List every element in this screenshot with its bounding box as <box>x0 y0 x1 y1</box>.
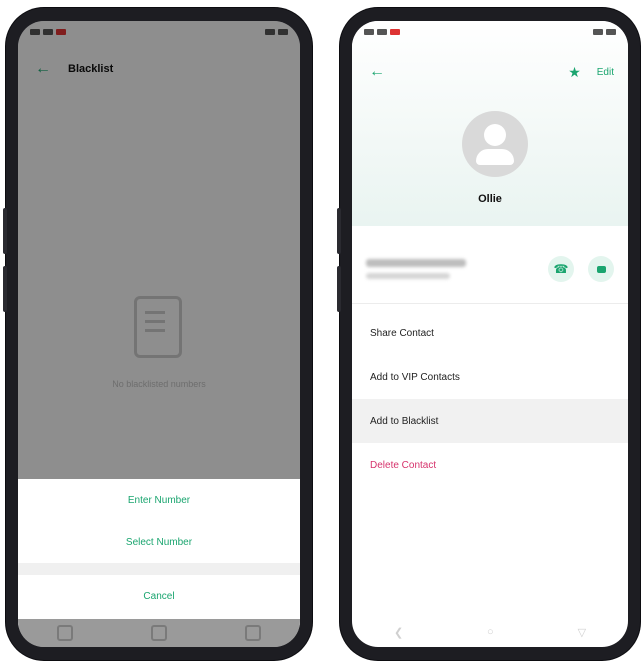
divider <box>352 303 628 304</box>
volume-button <box>337 208 341 254</box>
back-arrow-icon[interactable]: ← <box>366 61 388 83</box>
delete-contact-item[interactable]: Delete Contact <box>352 443 628 487</box>
navigation-bar: ❮ ○ ▽ <box>352 617 628 647</box>
phone-number-row[interactable]: ☎ <box>366 244 614 294</box>
cancel-button[interactable]: Cancel <box>18 575 300 617</box>
volume-button <box>337 266 341 312</box>
contact-menu: Share Contact Add to VIP Contacts Add to… <box>352 311 628 487</box>
home-nav-icon[interactable] <box>151 625 167 641</box>
back-nav-icon[interactable] <box>57 625 73 641</box>
phone-number-redacted <box>366 259 466 267</box>
divider <box>18 563 300 575</box>
enter-number-option[interactable]: Enter Number <box>18 479 300 521</box>
call-icon[interactable]: ☎ <box>548 256 574 282</box>
message-icon[interactable] <box>588 256 614 282</box>
top-actions: ← ★ Edit <box>366 61 614 83</box>
action-sheet: Enter Number Select Number Cancel <box>18 479 300 627</box>
navigation-bar <box>18 619 300 647</box>
status-bar <box>352 21 628 43</box>
edit-button[interactable]: Edit <box>597 67 614 78</box>
volume-button <box>3 208 7 254</box>
home-nav-icon[interactable]: ○ <box>487 626 494 638</box>
contact-detail-screen: ← ★ Edit Ollie ☎ Share Contact Add to VI… <box>352 21 628 647</box>
avatar-icon <box>462 111 528 177</box>
back-nav-icon[interactable]: ❮ <box>394 626 403 639</box>
left-phone: ← Blacklist No blacklisted numbers Enter… <box>3 8 312 660</box>
select-number-option[interactable]: Select Number <box>18 521 300 563</box>
phone-location-redacted <box>366 273 450 279</box>
star-icon[interactable]: ★ <box>568 64 581 81</box>
volume-button <box>3 266 7 312</box>
recents-nav-icon[interactable]: ▽ <box>578 626 586 639</box>
recents-nav-icon[interactable] <box>245 625 261 641</box>
right-phone: ← ★ Edit Ollie ☎ Share Contact Add to VI… <box>337 8 640 660</box>
blacklist-screen: ← Blacklist No blacklisted numbers Enter… <box>18 21 300 647</box>
share-contact-item[interactable]: Share Contact <box>352 311 628 355</box>
contact-name: Ollie <box>478 193 502 205</box>
add-to-blacklist-item[interactable]: Add to Blacklist <box>352 399 628 443</box>
add-to-vip-item[interactable]: Add to VIP Contacts <box>352 355 628 399</box>
